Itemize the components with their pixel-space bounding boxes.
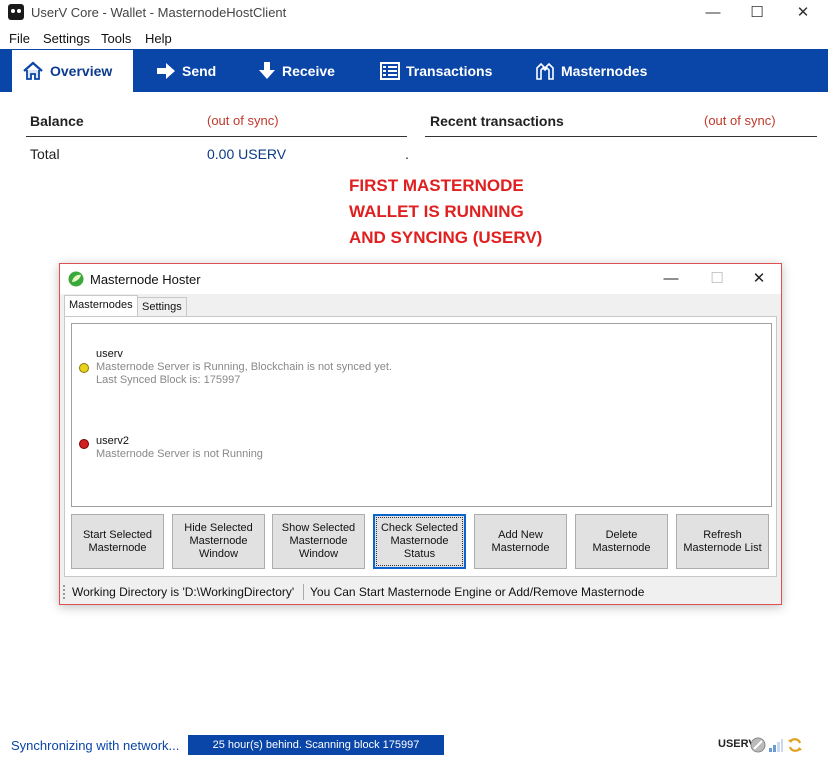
hide-masternode-window-button[interactable]: Hide Selected Masternode Window — [172, 514, 265, 569]
masternode-name: userv — [96, 348, 123, 360]
masternode-name: userv2 — [96, 435, 130, 447]
balance-heading: Balance — [30, 113, 84, 129]
maximize-button[interactable]: ☐ — [734, 0, 780, 26]
send-arrow-icon — [157, 62, 175, 79]
status-separator — [303, 584, 304, 600]
sync-progress-bar: 25 hour(s) behind. Scanning block 175997 — [188, 735, 444, 755]
add-masternode-button[interactable]: Add New Masternode — [474, 514, 567, 569]
wallet-status-bar: Synchronizing with network... 25 hour(s)… — [0, 732, 828, 759]
tab-transactions-label: Transactions — [406, 62, 493, 79]
list-icon — [380, 61, 400, 80]
dialog-titlebar: Masternode Hoster — ☐ ✕ — [60, 264, 781, 294]
recent-out-of-sync-label[interactable]: (out of sync) — [704, 113, 776, 128]
menu-settings[interactable]: Settings — [43, 31, 90, 46]
menu-help[interactable]: Help — [145, 31, 172, 46]
check-masternode-status-button[interactable]: Check Selected Masternode Status — [373, 514, 466, 569]
syncing-icon[interactable] — [787, 737, 803, 753]
annotation-text: FIRST MASTERNODE WALLET IS RUNNING AND S… — [349, 173, 542, 251]
window-titlebar: UserV Core - Wallet - MasternodeHostClie… — [0, 0, 828, 26]
masternode-status-line: Last Synced Block is: 175997 — [96, 374, 241, 386]
masternode-icon — [536, 62, 554, 80]
recent-divider — [425, 136, 817, 137]
tab-send[interactable]: Send — [156, 49, 216, 92]
stray-dot: . — [405, 146, 409, 162]
dialog-minimize-button[interactable]: — — [648, 266, 694, 292]
tab-overview-label: Overview — [50, 63, 113, 79]
menu-tools[interactable]: Tools — [101, 31, 131, 46]
sync-progress-text: 25 hour(s) behind. Scanning block 175997 — [212, 739, 420, 751]
balance-out-of-sync-label[interactable]: (out of sync) — [207, 113, 279, 128]
tab-masternodes[interactable]: Masternodes — [535, 49, 647, 92]
annotation-line-3: AND SYNCING (USERV) — [349, 228, 543, 247]
delete-masternode-button[interactable]: Delete Masternode — [575, 514, 668, 569]
menu-file[interactable]: File — [9, 31, 30, 46]
userv-app-icon — [8, 4, 24, 20]
tab-transactions[interactable]: Transactions — [380, 49, 492, 92]
balance-divider — [26, 136, 407, 137]
working-directory-status: Working Directory is 'D:\WorkingDirector… — [72, 585, 295, 599]
dialog-maximize-button[interactable]: ☐ — [694, 266, 740, 292]
show-masternode-window-button[interactable]: Show Selected Masternode Window — [272, 514, 365, 569]
dialog-tab-masternodes[interactable]: Masternodes — [64, 295, 138, 317]
masternode-status-line: Masternode Server is not Running — [96, 448, 263, 460]
status-indicator-icon — [79, 363, 89, 373]
tab-overview[interactable]: Overview — [12, 49, 133, 92]
main-tab-bar: Overview Send Receive Transactions Maste… — [0, 49, 828, 92]
window-title: UserV Core - Wallet - MasternodeHostClie… — [31, 5, 287, 20]
minimize-button[interactable]: — — [690, 0, 736, 26]
tab-send-label: Send — [182, 62, 217, 79]
connections-icon[interactable] — [768, 737, 784, 753]
masternode-hoster-dialog: Masternode Hoster — ☐ ✕ Masternodes Sett… — [59, 263, 782, 605]
dialog-close-button[interactable]: ✕ — [736, 266, 782, 292]
masternode-status-line: Masternode Server is Running, Blockchain… — [96, 361, 392, 373]
dialog-tab-settings[interactable]: Settings — [137, 297, 187, 317]
masternode-list[interactable]: userv Masternode Server is Running, Bloc… — [71, 323, 772, 507]
tab-receive-label: Receive — [282, 62, 335, 79]
home-icon — [23, 61, 43, 80]
masternodes-panel: userv Masternode Server is Running, Bloc… — [64, 316, 777, 577]
menu-bar: File Settings Tools Help — [0, 28, 828, 48]
tab-receive[interactable]: Receive — [258, 49, 335, 92]
total-label: Total — [30, 146, 60, 162]
leaf-app-icon — [68, 271, 84, 287]
refresh-masternode-list-button[interactable]: Refresh Masternode List — [676, 514, 769, 569]
total-value: 0.00 USERV — [207, 146, 287, 162]
recent-transactions-heading: Recent transactions — [430, 113, 564, 129]
network-offline-icon[interactable] — [750, 737, 766, 753]
close-button[interactable]: ✕ — [780, 0, 826, 26]
receive-arrow-icon — [259, 61, 275, 79]
status-grip-icon — [63, 585, 66, 599]
annotation-line-2: WALLET IS RUNNING — [349, 202, 524, 221]
annotation-line-1: FIRST MASTERNODE — [349, 176, 524, 195]
dialog-status-bar: Working Directory is 'D:\WorkingDirector… — [60, 580, 781, 604]
dialog-title: Masternode Hoster — [90, 272, 201, 287]
status-indicator-icon — [79, 439, 89, 449]
status-hint: You Can Start Masternode Engine or Add/R… — [310, 585, 645, 599]
sync-status-text: Synchronizing with network... — [11, 738, 180, 753]
start-masternode-button[interactable]: Start Selected Masternode — [71, 514, 164, 569]
tab-masternodes-label: Masternodes — [561, 62, 648, 79]
